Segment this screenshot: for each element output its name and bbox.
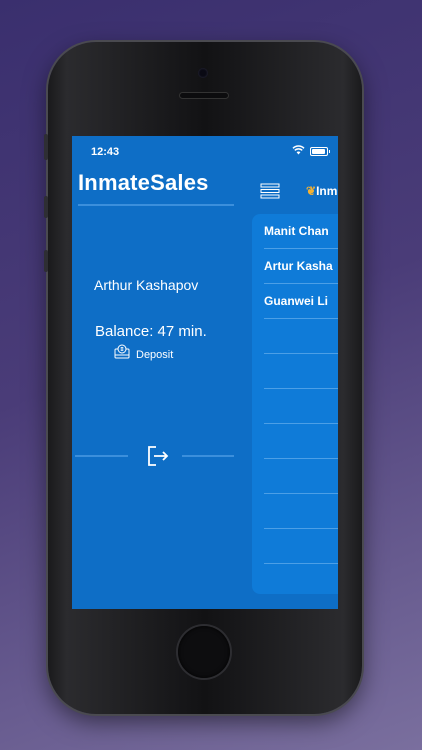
status-bar: 12:43 <box>72 136 338 166</box>
app-screen: 12:43 InmateSales Arthur Kashapov Balanc… <box>72 136 338 609</box>
title-divider <box>78 204 234 206</box>
menu-icon[interactable] <box>260 183 280 199</box>
list-item[interactable] <box>264 319 338 354</box>
deposit-icon[interactable] <box>113 344 131 360</box>
logout-divider-right <box>182 455 234 457</box>
list-item[interactable] <box>264 424 338 459</box>
list-item[interactable]: Artur Kasha <box>264 249 338 284</box>
status-time: 12:43 <box>91 146 120 158</box>
list-item[interactable]: Manit Chan <box>264 214 338 249</box>
battery-icon <box>310 147 330 156</box>
volume-down-button <box>44 250 48 272</box>
header-logo: ❦Inm <box>306 184 337 198</box>
user-name: Arthur Kashapov <box>94 277 199 293</box>
flame-icon: ❦ <box>306 184 317 198</box>
logout-icon[interactable] <box>145 443 171 469</box>
list-item[interactable] <box>264 494 338 529</box>
wifi-icon <box>292 145 305 155</box>
battery-level <box>312 149 325 154</box>
balance-text: Balance: 47 min. <box>95 323 207 340</box>
header-logo-text: Inm <box>316 184 338 198</box>
contacts-panel: Manit Chan Artur Kasha Guanwei Li <box>252 214 338 594</box>
list-item[interactable] <box>264 354 338 389</box>
list-item[interactable] <box>264 529 338 564</box>
volume-up-button <box>44 196 48 218</box>
deposit-button[interactable]: Deposit <box>136 349 173 361</box>
app-title: InmateSales <box>78 170 209 195</box>
earpiece-speaker <box>180 93 228 98</box>
logout-divider-left <box>75 455 128 457</box>
home-button[interactable] <box>178 626 230 678</box>
list-item[interactable]: Guanwei Li <box>264 284 338 319</box>
list-item[interactable] <box>264 459 338 494</box>
front-camera <box>198 68 208 78</box>
list-item[interactable] <box>264 389 338 424</box>
mute-switch <box>44 134 48 160</box>
